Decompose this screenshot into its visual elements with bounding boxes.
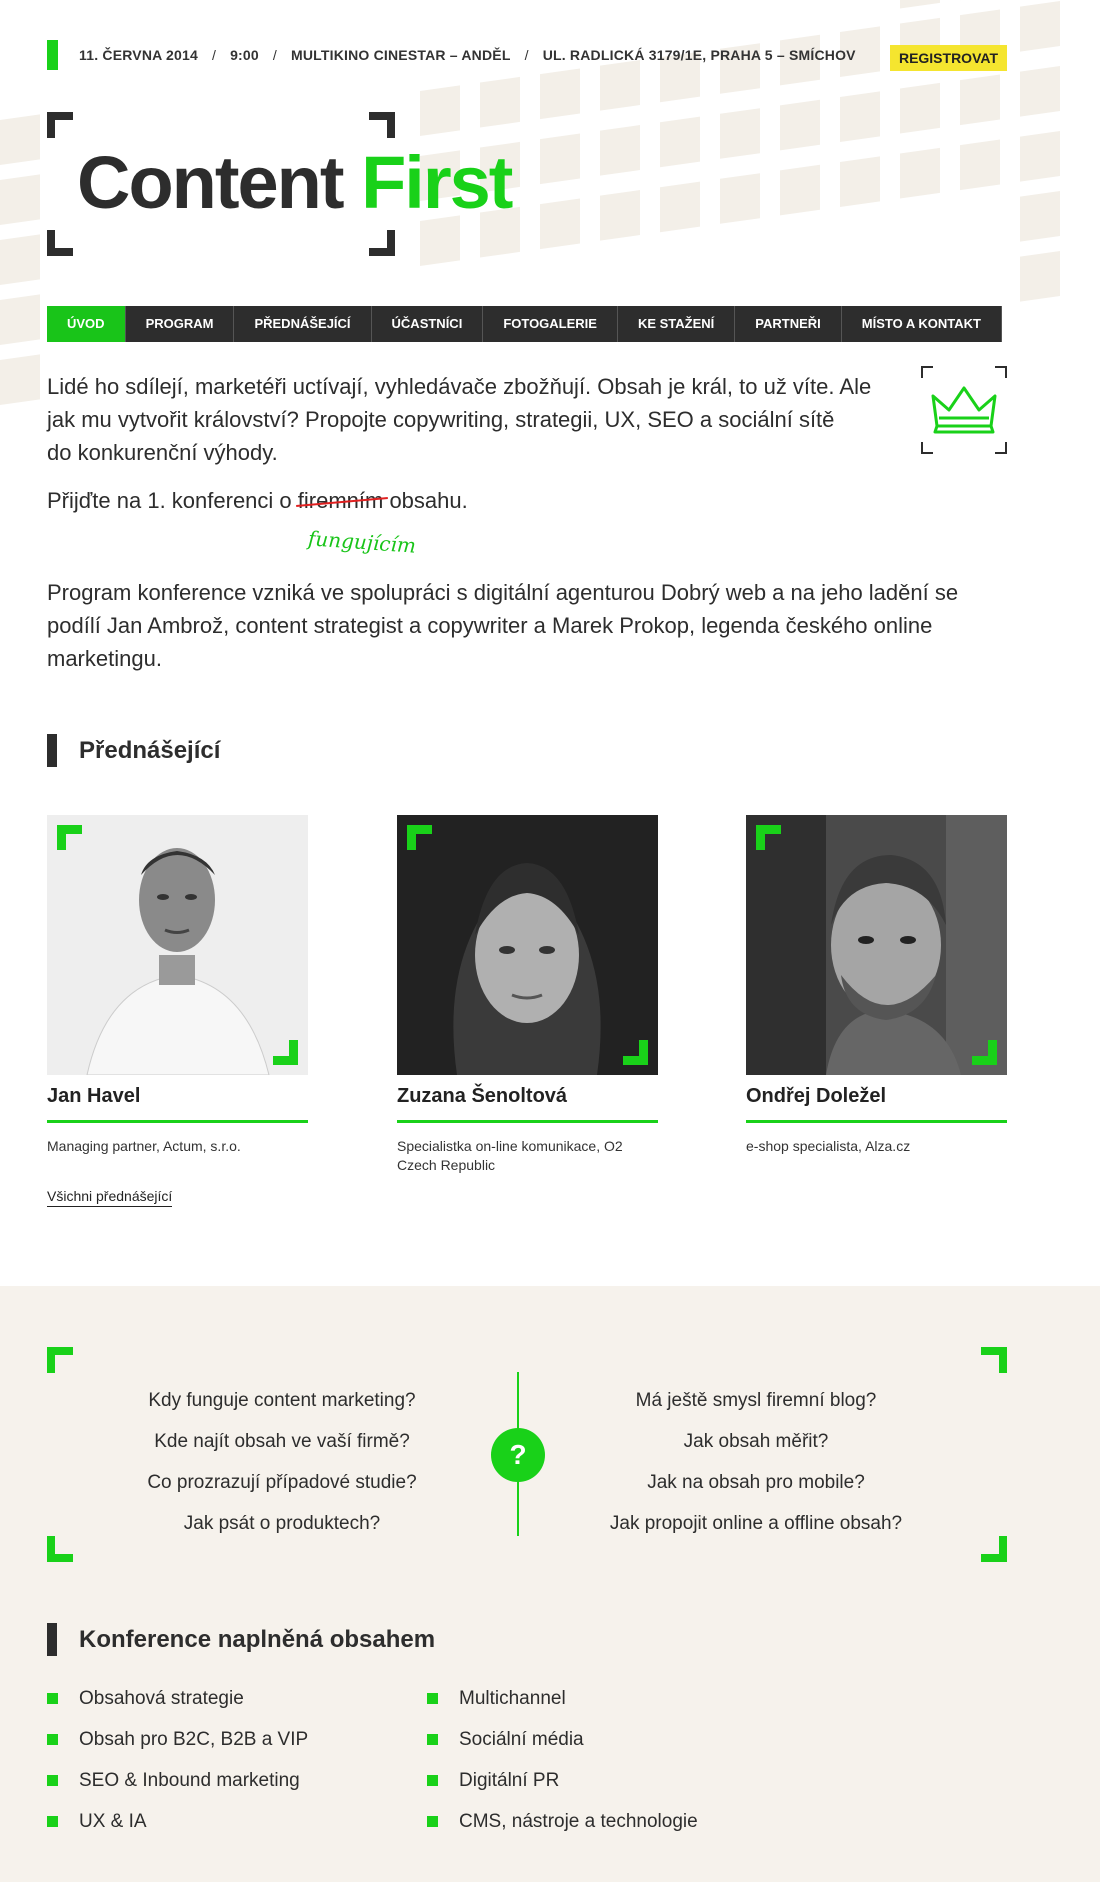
struck-word: firemním xyxy=(297,488,384,513)
questions-right: Má ještě smysl firemní blog? Jak obsah m… xyxy=(556,1380,956,1544)
speaker-card[interactable]: Zuzana Šenoltová Specialistka on-line ko… xyxy=(397,815,658,1175)
speaker-photo[interactable] xyxy=(397,815,658,1075)
tagline-text: Přijďte na 1. konferenci o xyxy=(47,488,298,513)
program-paragraph: Program konference vzniká ve spolupráci … xyxy=(47,580,959,671)
topic-item: CMS, nástroje a technologie xyxy=(427,1801,698,1842)
crown-icon xyxy=(921,366,1007,454)
topic-item: UX & IA xyxy=(47,1801,308,1842)
photo-corner xyxy=(756,825,781,850)
intro-line: jak mu vytvořit království? Propojte cop… xyxy=(47,407,835,432)
speaker-role: Managing partner, Actum, s.r.o. xyxy=(47,1138,241,1154)
frame-corner xyxy=(47,1347,73,1373)
heading-marker xyxy=(47,1623,57,1656)
question-item[interactable]: Jak obsah měřit? xyxy=(556,1421,956,1462)
info-separator: / xyxy=(524,47,529,63)
section-title: Konference naplněná obsahem xyxy=(79,1625,436,1653)
question-item[interactable]: Jak psát o produktech? xyxy=(82,1503,482,1544)
logo-bracket xyxy=(47,112,73,138)
event-time: 9:00 xyxy=(230,47,259,63)
logo-word-first: First xyxy=(361,141,513,224)
speakers-heading: Přednášející xyxy=(47,734,220,767)
speaker-role: Specialistka on-line komunikace, O2 Czec… xyxy=(397,1138,623,1173)
speaker-photo[interactable] xyxy=(47,815,308,1075)
questions-left: Kdy funguje content marketing? Kde najít… xyxy=(82,1380,482,1544)
event-info-bar: 11. ČERVNA 2014 / 9:00 / MULTIKINO CINES… xyxy=(47,40,1007,71)
event-date: 11. ČERVNA 2014 xyxy=(79,47,198,63)
question-item[interactable]: Jak propojit online a offline obsah? xyxy=(556,1503,956,1544)
frame-corner xyxy=(981,1536,1007,1562)
nav-item-ucastnici[interactable]: ÚČASTNÍCI xyxy=(371,306,484,342)
logo-word-content: Content xyxy=(77,141,344,224)
handwritten-correction: fungujícím xyxy=(307,526,417,558)
topic-item: Obsahová strategie xyxy=(47,1678,308,1719)
intro-line: do konkurenční výhody. xyxy=(47,440,278,465)
photo-corner xyxy=(57,825,82,850)
heading-marker xyxy=(47,734,57,767)
nav-item-partneri[interactable]: PARTNEŘI xyxy=(735,306,842,342)
topics-heading: Konference naplněná obsahem xyxy=(47,1623,435,1656)
question-item[interactable]: Kdy funguje content marketing? xyxy=(82,1380,482,1421)
event-venue: MULTIKINO CINESTAR – ANDĚL xyxy=(290,47,511,63)
intro-paragraph: Lidé ho sdílejí, marketéři uctívají, vyh… xyxy=(47,370,907,469)
speaker-role: e-shop specialista, Alza.cz xyxy=(746,1138,911,1154)
event-address: UL. RADLICKÁ 3179/1E, PRAHA 5 – SMÍCHOV xyxy=(542,47,856,63)
accent-bar xyxy=(47,40,58,70)
topic-item: Digitální PR xyxy=(427,1760,698,1801)
speaker-photo[interactable] xyxy=(746,815,1007,1075)
question-item[interactable]: Co prozrazují případové studie? xyxy=(82,1462,482,1503)
topic-item: Multichannel xyxy=(427,1678,698,1719)
question-icon: ? xyxy=(491,1428,545,1482)
logo-text: Content First xyxy=(77,141,513,224)
site-logo[interactable]: Content First xyxy=(47,112,513,256)
info-separator: / xyxy=(272,47,277,63)
frame-corner xyxy=(47,1536,73,1562)
nav-item-prednasejici[interactable]: PŘEDNÁŠEJÍCÍ xyxy=(234,306,372,342)
photo-corner xyxy=(407,825,432,850)
register-button[interactable]: REGISTROVAT xyxy=(889,45,1007,71)
speaker-card[interactable]: Jan Havel Managing partner, Actum, s.r.o… xyxy=(47,815,308,1156)
nav-item-ke-stazeni[interactable]: KE STAŽENÍ xyxy=(617,306,736,342)
info-separator: / xyxy=(211,47,217,63)
topics-list-left: Obsahová strategie Obsah pro B2C, B2B a … xyxy=(47,1678,308,1842)
question-item[interactable]: Kde najít obsah ve vaší firmě? xyxy=(82,1421,482,1462)
conference-tagline: Přijďte na 1. konferenci o firemním obsa… xyxy=(47,488,468,514)
topic-item: Sociální média xyxy=(427,1719,698,1760)
question-item[interactable]: Má ještě smysl firemní blog? xyxy=(556,1380,956,1421)
all-speakers-link[interactable]: Všichni přednášející xyxy=(47,1188,173,1207)
main-nav: ÚVOD PROGRAM PŘEDNÁŠEJÍCÍ ÚČASTNÍCI FOTO… xyxy=(47,306,1002,342)
photo-corner xyxy=(273,1040,298,1065)
tagline-text: obsahu. xyxy=(383,488,468,513)
logo-bracket xyxy=(369,230,395,256)
logo-bracket xyxy=(369,112,395,138)
topic-item: SEO & Inbound marketing xyxy=(47,1760,308,1801)
intro-line: Lidé ho sdílejí, marketéři uctívají, vyh… xyxy=(47,374,872,399)
nav-item-uvod[interactable]: ÚVOD xyxy=(47,306,126,342)
speaker-card[interactable]: Ondřej Doležel e-shop specialista, Alza.… xyxy=(746,815,1007,1156)
topic-item: Obsah pro B2C, B2B a VIP xyxy=(47,1719,308,1760)
speaker-name[interactable]: Zuzana Šenoltová xyxy=(397,1085,658,1123)
nav-item-misto-a-kontakt[interactable]: MÍSTO A KONTAKT xyxy=(841,306,1002,342)
nav-item-program[interactable]: PROGRAM xyxy=(125,306,235,342)
logo-bracket xyxy=(47,230,73,256)
section-title: Přednášející xyxy=(79,736,221,764)
question-item[interactable]: Jak na obsah pro mobile? xyxy=(556,1462,956,1503)
frame-corner xyxy=(981,1347,1007,1373)
photo-corner xyxy=(972,1040,997,1065)
speaker-name[interactable]: Ondřej Doležel xyxy=(746,1085,1007,1123)
speaker-name[interactable]: Jan Havel xyxy=(47,1085,308,1123)
event-info: 11. ČERVNA 2014 / 9:00 / MULTIKINO CINES… xyxy=(79,47,856,63)
photo-corner xyxy=(623,1040,648,1065)
nav-item-fotogalerie[interactable]: FOTOGALERIE xyxy=(483,306,618,342)
intro-text: Lidé ho sdílejí, marketéři uctívají, vyh… xyxy=(47,370,907,491)
topics-list-right: Multichannel Sociální média Digitální PR… xyxy=(427,1678,698,1842)
